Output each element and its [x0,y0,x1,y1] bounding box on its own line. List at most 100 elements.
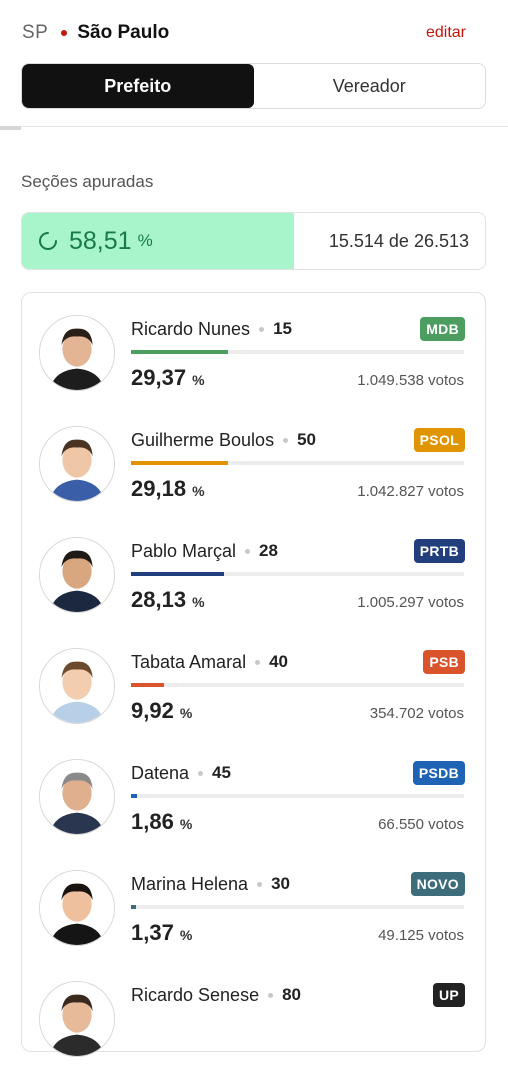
sections-count: 15.514 de 26.513 [328,230,469,251]
sections-progress-box: 58,51 % 15.514 de 26.513 [21,212,486,270]
candidate-row[interactable]: Tabata Amaral 40 PSB 9,92 % 354.702 voto… [22,626,485,737]
candidate-header: Marina Helena 30 NOVO [131,872,465,896]
separator-dot-icon [255,659,261,665]
candidate-photo-icon [40,982,114,1056]
candidate-header: Ricardo Senese 80 UP [131,983,465,1007]
party-badge: PSDB [412,761,465,785]
separator-dot-icon [283,437,289,443]
city-name: São Paulo [77,22,170,43]
candidate-percent: 1,37 [131,920,174,945]
candidate-stats: 28,13 % 1.005.297 votos [131,587,464,613]
vote-share-fill [131,350,229,354]
candidate-header: Guilherme Boulos 50 PSOL [131,428,465,452]
separator-dot-icon [61,30,68,36]
loading-spinner-icon [39,232,57,250]
candidate-photo [39,870,115,946]
party-badge: MDB [420,317,465,341]
candidate-number: 28 [259,541,278,560]
candidate-row[interactable]: Ricardo Nunes 15 MDB 29,37 % 1.049.538 v… [22,293,485,404]
candidate-percent-symbol: % [192,594,205,610]
vote-share-bar [131,572,464,576]
tab-vereador[interactable]: Vereador [254,64,486,108]
candidate-header: Pablo Marçal 28 PRTB [131,539,465,563]
location-header: SP São Paulo editar [22,20,466,46]
candidate-stats: 1,86 % 66.550 votos [131,809,464,835]
candidate-percent-symbol: % [192,483,205,499]
sections-progress-fill: 58,51 % [22,213,295,269]
party-badge: PRTB [413,539,465,563]
vote-share-bar [131,461,464,465]
candidate-stats: 1,37 % 49.125 votos [131,920,464,946]
candidate-votes: 49.125 votos [378,927,464,944]
vote-share-bar [131,350,464,354]
candidate-row[interactable]: Marina Helena 30 NOVO 1,37 % 49.125 voto… [22,848,485,959]
candidate-photo-icon [40,649,114,723]
candidate-photo [39,759,115,835]
sections-counted-label: Seções apuradas [21,172,154,191]
section-divider [0,126,508,127]
candidate-votes: 1.005.297 votos [357,594,464,611]
vote-share-bar [131,905,464,909]
vote-share-fill [131,905,136,909]
candidate-number: 45 [212,763,231,782]
candidate-name: Ricardo Nunes [131,318,251,339]
candidate-percent-symbol: % [192,372,205,388]
candidate-percent: 1,86 [131,809,174,834]
candidate-name: Marina Helena [131,873,249,894]
candidate-row[interactable]: Guilherme Boulos 50 PSOL 29,18 % 1.042.8… [22,404,485,515]
separator-dot-icon [268,992,274,998]
candidate-number: 15 [273,319,292,338]
sections-percent: 58,51 [69,226,132,255]
candidate-votes: 354.702 votos [369,705,464,722]
candidate-votes: 1.049.538 votos [357,372,464,389]
candidate-percent: 29,37 [131,365,187,390]
divider-accent [0,126,21,130]
separator-dot-icon [257,881,263,887]
candidate-photo [39,537,115,613]
candidate-votes: 1.042.827 votos [357,483,464,500]
candidate-percent-symbol: % [179,816,193,832]
vote-share-bar [131,794,464,798]
candidate-name: Ricardo Senese [131,984,260,1005]
candidate-name: Pablo Marçal [131,540,237,561]
tab-prefeito[interactable]: Prefeito [22,64,254,108]
candidate-stats: 29,37 % 1.049.538 votos [131,365,464,391]
candidate-name: Datena [131,762,190,783]
vote-share-fill [131,461,228,465]
edit-location-link[interactable]: editar [426,24,466,42]
candidate-number: 50 [297,430,316,449]
office-tabs: Prefeito Vereador [21,63,486,109]
vote-share-fill [131,683,164,687]
sections-percent-symbol: % [137,231,153,250]
vote-share-fill [131,572,225,576]
state-code: SP [22,22,49,43]
candidate-header: Datena 45 PSDB [131,761,465,785]
vote-share-fill [131,794,138,798]
candidate-photo-icon [40,871,114,945]
candidate-stats: 29,18 % 1.042.827 votos [131,476,464,502]
party-badge: PSOL [413,428,465,452]
party-badge: NOVO [410,872,465,896]
candidate-percent-symbol: % [179,705,193,721]
candidate-photo-icon [40,538,114,612]
candidate-header: Ricardo Nunes 15 MDB [131,317,465,341]
candidate-votes: 66.550 votos [378,816,464,833]
candidates-list: Ricardo Nunes 15 MDB 29,37 % 1.049.538 v… [21,292,486,1057]
candidate-photo [39,315,115,391]
candidate-percent: 9,92 [131,698,174,723]
party-badge: UP [432,983,465,1007]
candidate-name: Tabata Amaral [131,651,247,672]
candidate-photo [39,426,115,502]
separator-dot-icon [245,548,251,554]
candidate-photo-icon [40,316,114,390]
candidate-row[interactable]: Ricardo Senese 80 UP [22,959,485,1070]
separator-dot-icon [259,326,265,332]
candidate-percent-symbol: % [179,927,193,943]
party-badge: PSB [423,650,465,674]
candidate-row[interactable]: Pablo Marçal 28 PRTB 28,13 % 1.005.297 v… [22,515,485,626]
vote-share-bar [131,683,464,687]
candidate-photo-icon [40,427,114,501]
separator-dot-icon [198,770,204,776]
candidate-row[interactable]: Datena 45 PSDB 1,86 % 66.550 votos [22,737,485,848]
candidate-header: Tabata Amaral 40 PSB [131,650,465,674]
